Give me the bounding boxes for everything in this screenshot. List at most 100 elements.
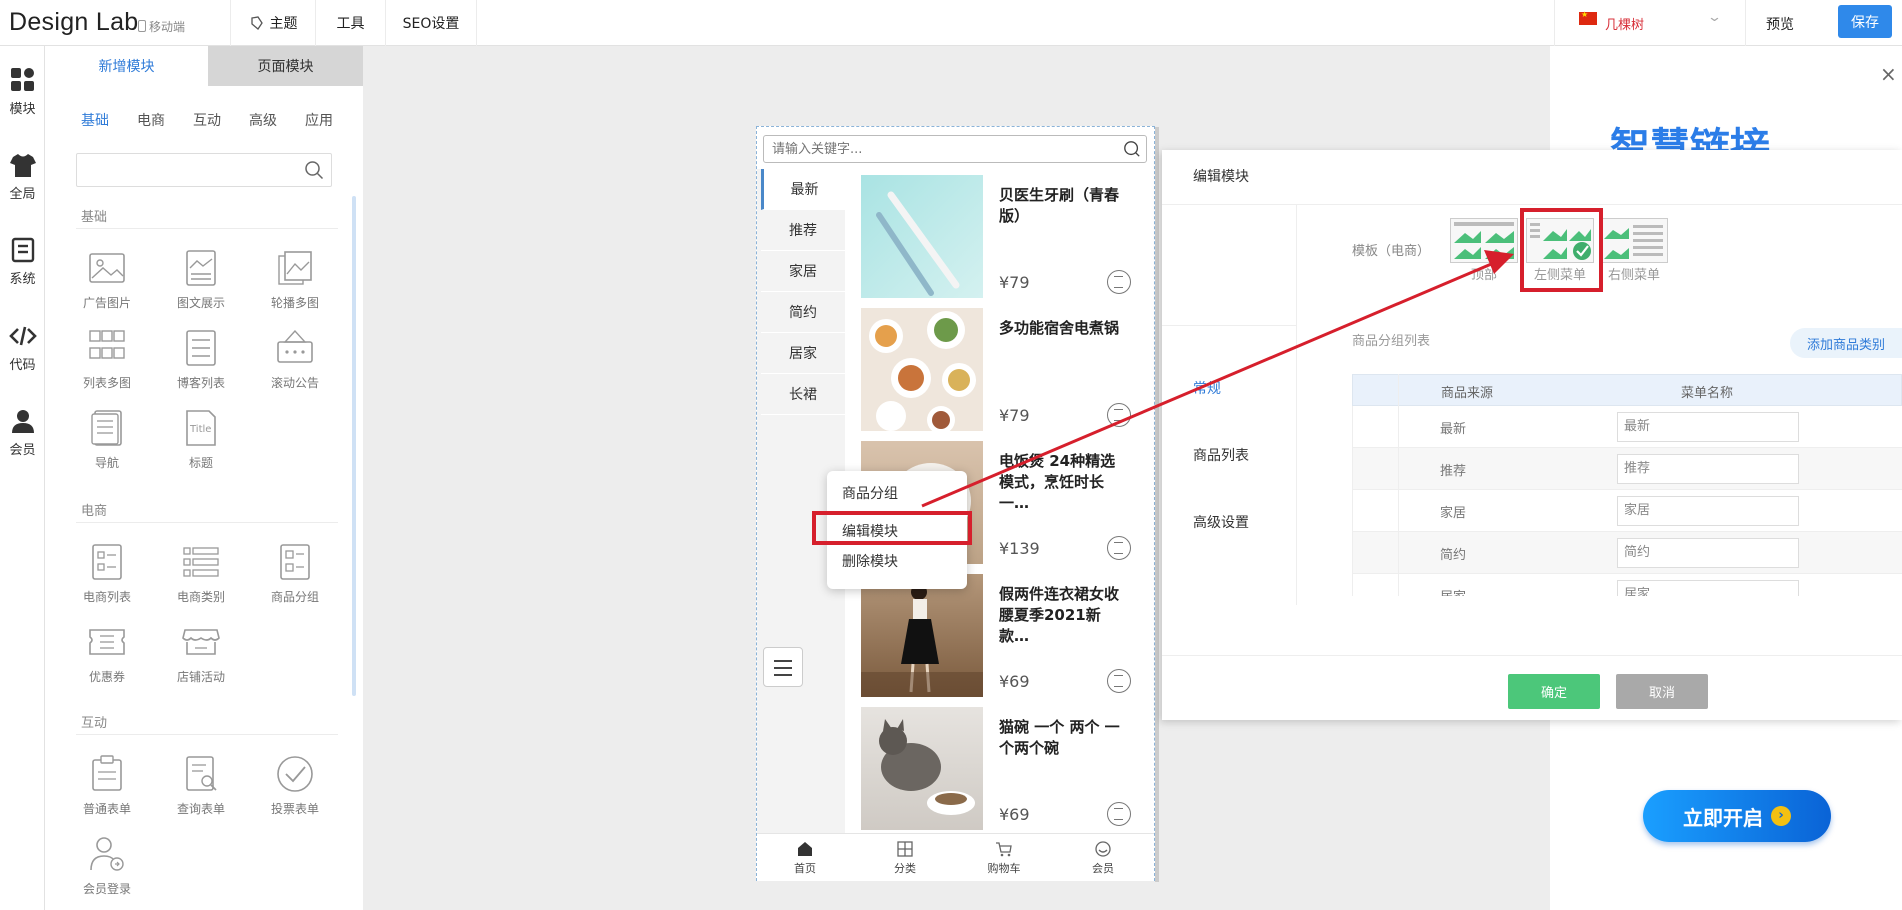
menu-name-input[interactable]: 推荐 <box>1617 454 1799 484</box>
module-image-text[interactable]: 图文展示 <box>161 248 241 311</box>
template-top-label: 顶部 <box>1470 268 1497 283</box>
panel-scrollbar[interactable] <box>352 196 356 696</box>
table-row: 简约 简约 <box>1352 532 1902 574</box>
module-product-group[interactable]: 商品分组 <box>255 542 335 605</box>
template-right-menu[interactable]: 右侧菜单 <box>1600 218 1668 283</box>
tab-page-module[interactable]: 页面模块 <box>208 46 363 86</box>
product-image[interactable] <box>861 175 983 298</box>
subtab-interactive[interactable]: 互动 <box>193 110 221 130</box>
module-title[interactable]: Title 标题 <box>161 408 241 471</box>
category-item[interactable]: 最新 <box>761 169 845 210</box>
module-store-event[interactable]: 店铺活动 <box>161 622 241 685</box>
preview-scrollbar[interactable] <box>1155 127 1159 882</box>
dialog-nav-general[interactable]: 常规 <box>1193 378 1221 398</box>
subtab-advanced[interactable]: 高级 <box>249 110 277 130</box>
hamburger-menu-button[interactable] <box>763 647 803 687</box>
svg-text:Title: Title <box>189 424 211 435</box>
search-icon[interactable] <box>304 160 324 180</box>
module-list-images[interactable]: 列表多图 <box>67 328 147 391</box>
cancel-button[interactable]: 取消 <box>1616 674 1708 709</box>
sidebar-item-code[interactable]: 代码 <box>0 314 45 380</box>
add-category-button[interactable]: 添加商品类别 <box>1790 328 1902 358</box>
product-image[interactable] <box>861 574 983 697</box>
ctx-product-group[interactable]: 商品分组 <box>842 483 898 503</box>
sidebar-item-global[interactable]: 全局 <box>0 143 45 209</box>
category-item[interactable]: 简约 <box>761 292 845 333</box>
menu-name-input[interactable]: 简约 <box>1617 538 1799 568</box>
code-icon <box>8 326 37 346</box>
coupon-icon <box>89 629 125 655</box>
cart-icon[interactable] <box>1107 536 1131 560</box>
module-ecom-category[interactable]: 电商类别 <box>161 542 241 605</box>
open-now-label: 立即开启 <box>1683 805 1763 830</box>
module-navigation[interactable]: 导航 <box>67 408 147 471</box>
product-card[interactable]: 猫碗 一个 两个 一个两个碗 ¥69 <box>861 707 1151 840</box>
dialog-nav-advanced[interactable]: 高级设置 <box>1193 512 1249 532</box>
module-query-form[interactable]: 查询表单 <box>161 754 241 817</box>
product-name: 电饭煲 24种精选模式，烹饪时长一… <box>999 452 1116 512</box>
phone-search-input[interactable] <box>764 136 1094 162</box>
confirm-button[interactable]: 确定 <box>1508 674 1600 709</box>
subtab-apps[interactable]: 应用 <box>305 110 333 130</box>
mobile-icon <box>138 20 146 32</box>
ctx-delete-module[interactable]: 删除模块 <box>842 551 898 571</box>
module-coupon[interactable]: 优惠券 <box>67 622 147 685</box>
phone-search-bar[interactable] <box>763 135 1147 163</box>
tab-member[interactable]: 会员 <box>1073 840 1133 876</box>
module-carousel[interactable]: 轮播多图 <box>255 248 335 311</box>
cart-icon[interactable] <box>1107 270 1131 294</box>
save-button[interactable]: 保存 <box>1838 5 1892 38</box>
open-now-button[interactable]: 立即开启 › <box>1643 790 1831 842</box>
section-divider <box>76 522 338 523</box>
nav-seo[interactable]: SEO设置 <box>385 0 477 46</box>
device-switch[interactable]: 移动端 <box>138 18 185 35</box>
language-selector[interactable]: 几棵树 ⌄ <box>1554 0 1746 46</box>
subtab-ecommerce[interactable]: 电商 <box>137 110 165 130</box>
product-image[interactable] <box>861 707 983 830</box>
tab-cart[interactable]: 购物车 <box>974 840 1034 876</box>
module-blog-list[interactable]: 博客列表 <box>161 328 241 391</box>
tab-add-module[interactable]: 新增模块 <box>45 46 208 86</box>
module-ad-image[interactable]: 广告图片 <box>67 248 147 311</box>
row-source: 居家 <box>1440 586 1466 596</box>
module-vote-form[interactable]: 投票表单 <box>255 754 335 817</box>
module-search-input[interactable] <box>76 153 332 187</box>
module-label: 列表多图 <box>82 376 131 390</box>
document-icon <box>11 237 34 263</box>
product-price: ¥79 <box>999 406 1030 425</box>
cart-icon[interactable] <box>1107 403 1131 427</box>
dialog-nav-product-list[interactable]: 商品列表 <box>1193 445 1249 465</box>
menu-name-input[interactable]: 家居 <box>1617 496 1799 526</box>
module-ecom-list[interactable]: 电商列表 <box>67 542 147 605</box>
category-item[interactable]: 推荐 <box>761 210 845 251</box>
module-member-login[interactable]: 会员登录 <box>67 834 147 897</box>
category-item[interactable]: 长裙 <box>761 374 845 415</box>
sidebar-item-modules[interactable]: 模块 <box>0 58 45 124</box>
product-card[interactable]: 多功能宿舍电煮锅 ¥79 <box>861 308 1151 441</box>
tab-category[interactable]: 分类 <box>875 840 935 876</box>
product-card[interactable]: 假两件连衣裙女收腰夏季2021新款… ¥69 <box>861 574 1151 707</box>
module-scroll-notice[interactable]: 滚动公告 <box>255 328 335 391</box>
search-icon[interactable] <box>1123 140 1141 158</box>
module-label: 优惠券 <box>88 670 125 684</box>
product-image[interactable] <box>861 308 983 431</box>
product-group-icon <box>280 544 310 580</box>
menu-name-input[interactable]: 居家 <box>1617 580 1799 596</box>
cart-icon[interactable] <box>1107 669 1131 693</box>
tab-home[interactable]: 首页 <box>775 840 835 876</box>
product-card[interactable]: 贝医生牙刷（青春版） ¥79 <box>861 175 1151 308</box>
subtab-basic[interactable]: 基础 <box>81 110 109 130</box>
nav-theme[interactable]: 主题 <box>230 0 315 46</box>
product-name: 贝医生牙刷（青春版） <box>999 186 1120 225</box>
nav-tools[interactable]: 工具 <box>315 0 385 46</box>
module-form[interactable]: 普通表单 <box>67 754 147 817</box>
sidebar-item-system[interactable]: 系统 <box>0 228 45 294</box>
sidebar-item-members[interactable]: 会员 <box>0 399 45 465</box>
preview-button[interactable]: 预览 <box>1766 14 1794 34</box>
close-icon[interactable]: × <box>1880 62 1897 86</box>
cart-icon[interactable] <box>1107 802 1131 826</box>
category-item[interactable]: 家居 <box>761 251 845 292</box>
menu-name-input[interactable]: 最新 <box>1617 412 1799 442</box>
template-top[interactable]: 顶部 <box>1450 218 1518 283</box>
category-item[interactable]: 居家 <box>761 333 845 374</box>
